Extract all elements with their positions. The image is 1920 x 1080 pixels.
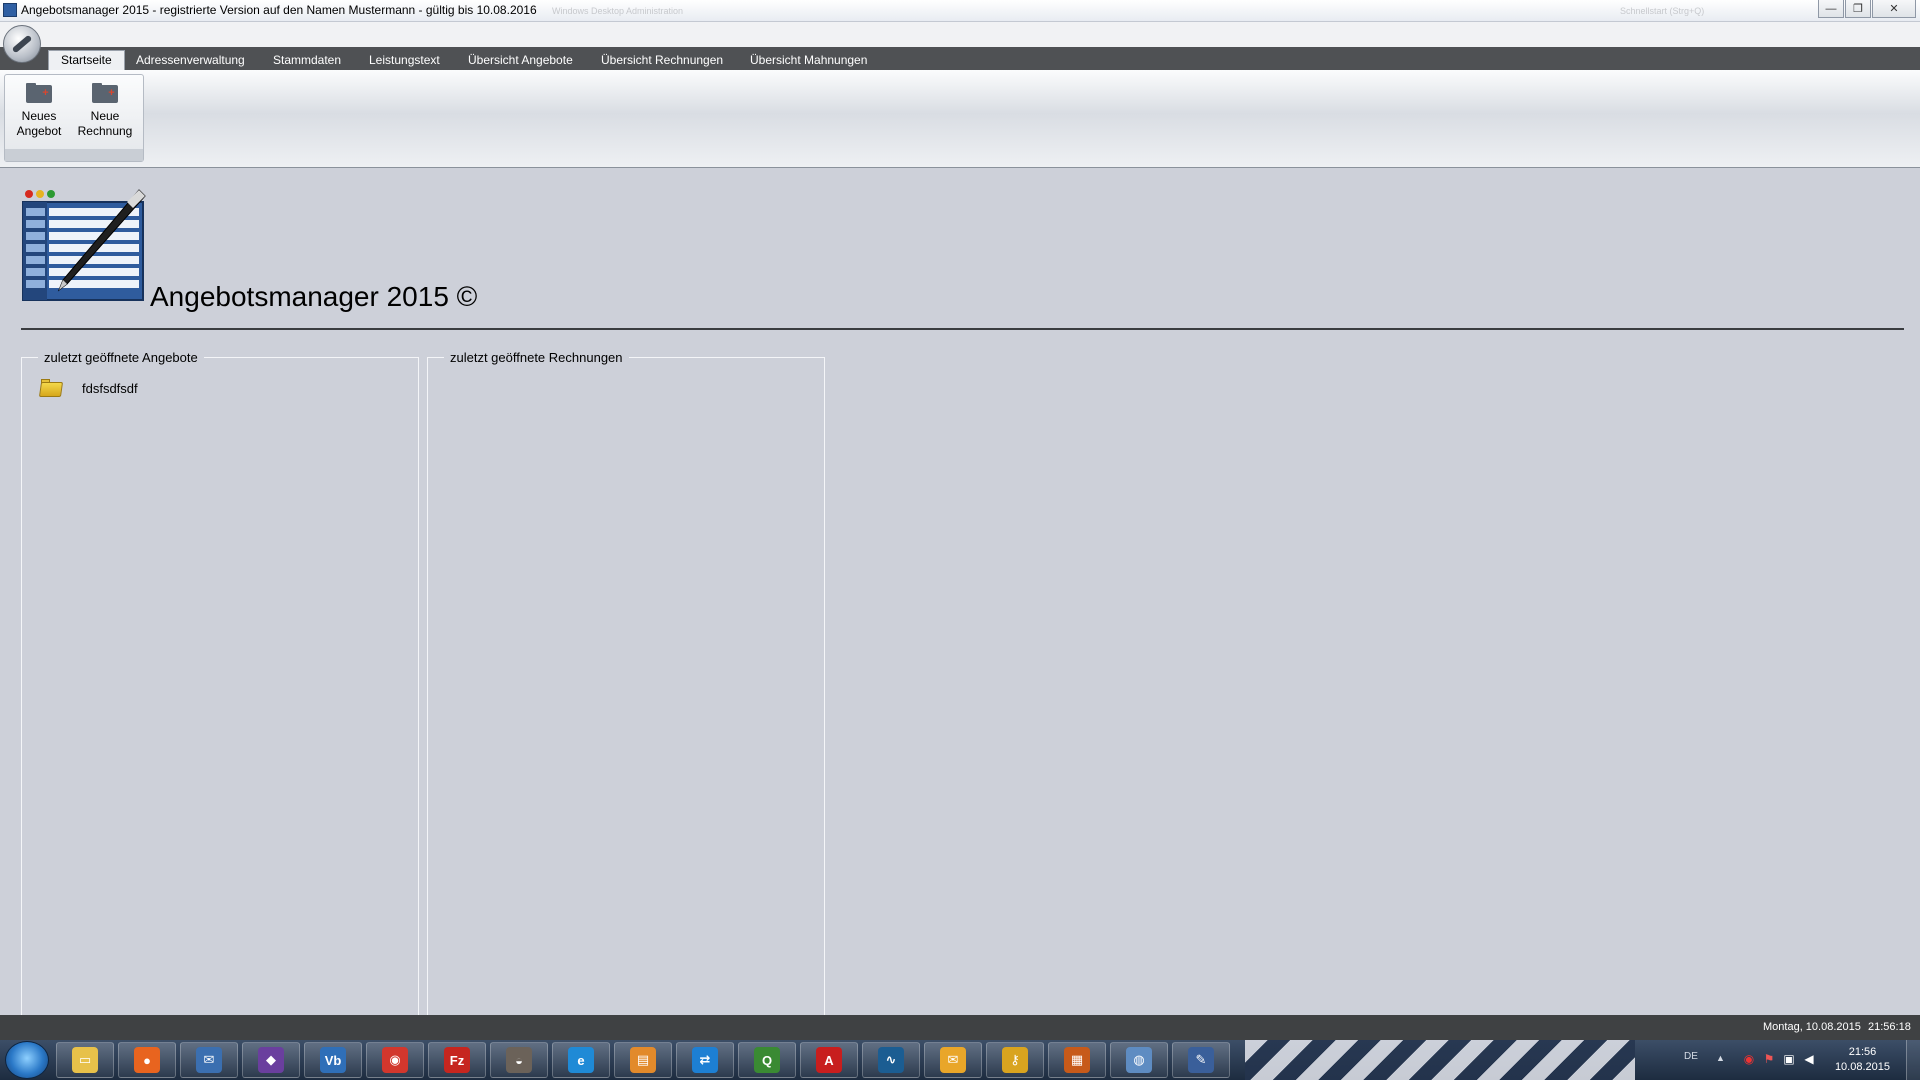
monitor-icon: ∿: [878, 1047, 904, 1073]
paint-icon: ◍: [1126, 1047, 1152, 1073]
language-indicator[interactable]: DE: [1684, 1051, 1698, 1062]
taskbar-app-button[interactable]: ▦: [1048, 1042, 1106, 1078]
tab-startseite[interactable]: Startseite: [48, 50, 125, 70]
taskbar-app-button[interactable]: ✉: [924, 1042, 982, 1078]
acrobat-icon: A: [816, 1047, 842, 1073]
show-desktop-button[interactable]: [1906, 1040, 1920, 1080]
taskbar-app-button[interactable]: ⇄: [676, 1042, 734, 1078]
taskbar-app-button[interactable]: Vb: [304, 1042, 362, 1078]
start-button[interactable]: [5, 1041, 49, 1079]
taskbar-app-button[interactable]: e: [552, 1042, 610, 1078]
taskbar-app-button[interactable]: ◆: [242, 1042, 300, 1078]
antivirus-tray-icon[interactable]: ◉: [1742, 1052, 1756, 1066]
new-invoice-label-1: Neue: [90, 109, 120, 123]
network-icon[interactable]: ▣: [1782, 1052, 1796, 1066]
clock-date: 10.08.2015: [1834, 1061, 1890, 1073]
teamviewer-icon: ⇄: [692, 1047, 718, 1073]
recent-offer-name: fdsfsdfsdf: [82, 380, 138, 396]
tab-leistungstext[interactable]: Leistungstext: [369, 51, 440, 70]
ribbon-group-footer: [5, 149, 143, 161]
key-icon: ⚷: [1002, 1047, 1028, 1073]
thunderbird-icon: ✉: [196, 1047, 222, 1073]
qlik-icon: Q: [754, 1047, 780, 1073]
title-bar: Angebotsmanager 2015 - registrierte Vers…: [0, 0, 1920, 22]
visual-studio-icon: ◆: [258, 1047, 284, 1073]
new-invoice-button[interactable]: + Neue Rechnung: [73, 83, 137, 139]
new-offer-label-2: Angebot: [16, 124, 62, 138]
taskbar-app-button[interactable]: Fz: [428, 1042, 486, 1078]
taskbar-app-button[interactable]: ●: [118, 1042, 176, 1078]
background-window-title: Windows Desktop Administration: [552, 6, 684, 16]
tab-stammdaten[interactable]: Stammdaten: [273, 51, 341, 70]
close-button[interactable]: ✕: [1872, 0, 1916, 18]
title-divider: [21, 328, 1904, 330]
cards-icon: ▤: [630, 1047, 656, 1073]
tab-uebersicht-angebote[interactable]: Übersicht Angebote: [468, 51, 573, 70]
browser-icon: e: [568, 1047, 594, 1073]
minimize-button[interactable]: —: [1818, 0, 1844, 18]
tab-uebersicht-rechnungen[interactable]: Übersicht Rechnungen: [601, 51, 723, 70]
taskbar-app-button[interactable]: Q: [738, 1042, 796, 1078]
recent-offers-panel: zuletzt geöffnete Angebote fdsfsdfsdf: [21, 350, 419, 1015]
new-offer-button[interactable]: + Neues Angebot: [7, 83, 71, 139]
vb-icon: Vb: [320, 1047, 346, 1073]
recent-invoices-panel: zuletzt geöffnete Rechnungen: [427, 350, 825, 1015]
explorer-icon: ▭: [72, 1047, 98, 1073]
app-logo: [21, 188, 147, 302]
tab-adressenverwaltung[interactable]: Adressenverwaltung: [136, 51, 245, 70]
new-offer-folder-icon: +: [26, 83, 52, 103]
new-offer-label-1: Neues: [21, 109, 57, 123]
ribbon-group-new: + Neues Angebot + Neue Rechnung: [4, 74, 144, 162]
action-center-icon[interactable]: ⚑: [1762, 1052, 1776, 1066]
taskbar-app-button[interactable]: A: [800, 1042, 858, 1078]
status-bar: Montag, 10.08.2015 21:56:18: [0, 1015, 1920, 1040]
status-time: 21:56:18: [1868, 1021, 1911, 1033]
taskbar: ▭ ● ✉ ◆ Vb ◉ Fz ◒ e ▤ ⇄ Q A ∿ ✉ ⚷ ▦ ◍ ✎ DE ▲ ◉ ⚑ ▣ ◀ 21:56…: [0, 1040, 1920, 1080]
window-controls: — ❐ ✕: [1817, 0, 1916, 18]
ribbon-panel: + Neues Angebot + Neue Rechnung: [0, 70, 1920, 168]
status-date: Montag, 10.08.2015: [1763, 1021, 1861, 1033]
desktop-wallpaper-strip: [1245, 1040, 1635, 1080]
window-title: Angebotsmanager 2015 - registrierte Vers…: [21, 3, 537, 17]
page-title: Angebotsmanager 2015 ©: [150, 281, 478, 312]
taskbar-app-button[interactable]: ◒: [490, 1042, 548, 1078]
maximize-button[interactable]: ❐: [1845, 0, 1871, 18]
firefox-icon: ●: [134, 1047, 160, 1073]
taskbar-app-button[interactable]: ⚷: [986, 1042, 1044, 1078]
application-menu-button[interactable]: [3, 25, 41, 63]
angebotsmanager-icon: ✎: [1188, 1047, 1214, 1073]
folder-icon: [38, 379, 64, 397]
ribbon-tab-bar: Startseite Adressenverwaltung Stammdaten…: [0, 47, 1920, 70]
app-icon: [3, 3, 17, 17]
gimp-icon: ◒: [506, 1047, 532, 1073]
taskbar-app-button[interactable]: ✉: [180, 1042, 238, 1078]
firewall-icon: ▦: [1064, 1047, 1090, 1073]
filezilla-icon: Fz: [444, 1047, 470, 1073]
system-tray: DE ▲ ◉ ⚑ ▣ ◀ 21:56 10.08.2015: [1660, 1040, 1920, 1080]
recent-offers-legend: zuletzt geöffnete Angebote: [38, 350, 204, 365]
taskbar-app-button[interactable]: ◉: [366, 1042, 424, 1078]
volume-icon[interactable]: ◀: [1802, 1052, 1816, 1066]
show-hidden-icons-button[interactable]: ▲: [1716, 1053, 1725, 1063]
tab-uebersicht-mahnungen[interactable]: Übersicht Mahnungen: [750, 51, 867, 70]
new-invoice-label-2: Rechnung: [77, 124, 133, 138]
taskbar-app-button[interactable]: ◍: [1110, 1042, 1168, 1078]
wrench-icon: [11, 34, 33, 54]
taskbar-app-button[interactable]: ▭: [56, 1042, 114, 1078]
taskbar-app-button[interactable]: ∿: [862, 1042, 920, 1078]
recent-invoices-legend: zuletzt geöffnete Rechnungen: [444, 350, 629, 365]
outlook-icon: ✉: [940, 1047, 966, 1073]
new-invoice-folder-icon: +: [92, 83, 118, 103]
taskbar-app-button[interactable]: ✎: [1172, 1042, 1230, 1078]
taskbar-app-button[interactable]: ▤: [614, 1042, 672, 1078]
quick-access-toolbar: [0, 22, 1920, 47]
recent-offer-item[interactable]: fdsfsdfsdf: [38, 379, 138, 397]
chrome-icon: ◉: [382, 1047, 408, 1073]
taskbar-clock[interactable]: 21:56 10.08.2015: [1835, 1045, 1890, 1075]
quick-search-hint: Schnellstart (Strg+Q): [1620, 6, 1705, 16]
clock-time: 21:56: [1848, 1046, 1877, 1058]
